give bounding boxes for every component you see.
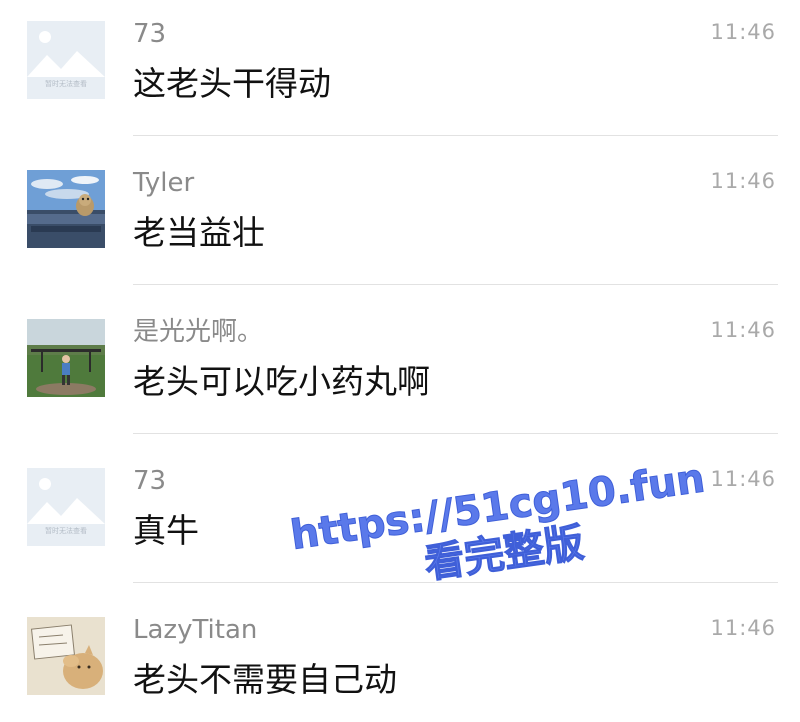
username[interactable]: 是光光啊。 xyxy=(133,316,263,348)
comment-item[interactable]: LazyTitan 11:46 老头不需要自己动 xyxy=(0,596,800,722)
comment-item[interactable]: 暂时无法查看 73 11:46 真牛 xyxy=(0,447,800,596)
username[interactable]: Tyler xyxy=(133,167,194,199)
dog-in-truck-avatar[interactable] xyxy=(27,170,105,248)
comment-item[interactable]: Tyler 11:46 老当益壮 xyxy=(0,149,800,298)
comment-item[interactable]: 是光光啊。 11:46 老头可以吃小药丸啊 xyxy=(0,298,800,447)
placeholder-avatar[interactable]: 暂时无法查看 xyxy=(27,468,105,546)
timestamp: 11:46 xyxy=(710,467,776,491)
comment-text: 这老头干得动 xyxy=(133,64,331,103)
child-photo-icon xyxy=(27,319,105,397)
image-placeholder-icon: 暂时无法查看 xyxy=(27,468,105,546)
username[interactable]: 73 xyxy=(133,465,166,497)
dog-photo-icon xyxy=(27,170,105,248)
timestamp: 11:46 xyxy=(710,20,776,44)
image-placeholder-icon: 暂时无法查看 xyxy=(27,21,105,99)
comment-text: 老头可以吃小药丸啊 xyxy=(133,362,430,401)
username[interactable]: 73 xyxy=(133,18,166,50)
comment-text: 老头不需要自己动 xyxy=(133,660,397,699)
timestamp: 11:46 xyxy=(710,169,776,193)
placeholder-avatar[interactable]: 暂时无法查看 xyxy=(27,21,105,99)
divider xyxy=(133,284,778,285)
comment-text: 老当益壮 xyxy=(133,213,265,252)
username[interactable]: LazyTitan xyxy=(133,614,257,646)
timestamp: 11:46 xyxy=(710,318,776,342)
divider xyxy=(133,433,778,434)
comment-item[interactable]: 暂时无法查看 73 11:46 这老头干得动 xyxy=(0,0,800,149)
cat-illustration-icon xyxy=(27,617,105,695)
cartoon-cat-avatar[interactable] xyxy=(27,617,105,695)
divider xyxy=(133,135,778,136)
comment-list: 暂时无法查看 73 11:46 这老头干得动 Tyler 11:46 老当益壮 … xyxy=(0,0,800,722)
timestamp: 11:46 xyxy=(710,616,776,640)
avatar-caption: 暂时无法查看 xyxy=(45,526,87,535)
comment-text: 真牛 xyxy=(133,511,199,550)
avatar-caption: 暂时无法查看 xyxy=(45,79,87,88)
divider xyxy=(133,582,778,583)
child-at-field-avatar[interactable] xyxy=(27,319,105,397)
